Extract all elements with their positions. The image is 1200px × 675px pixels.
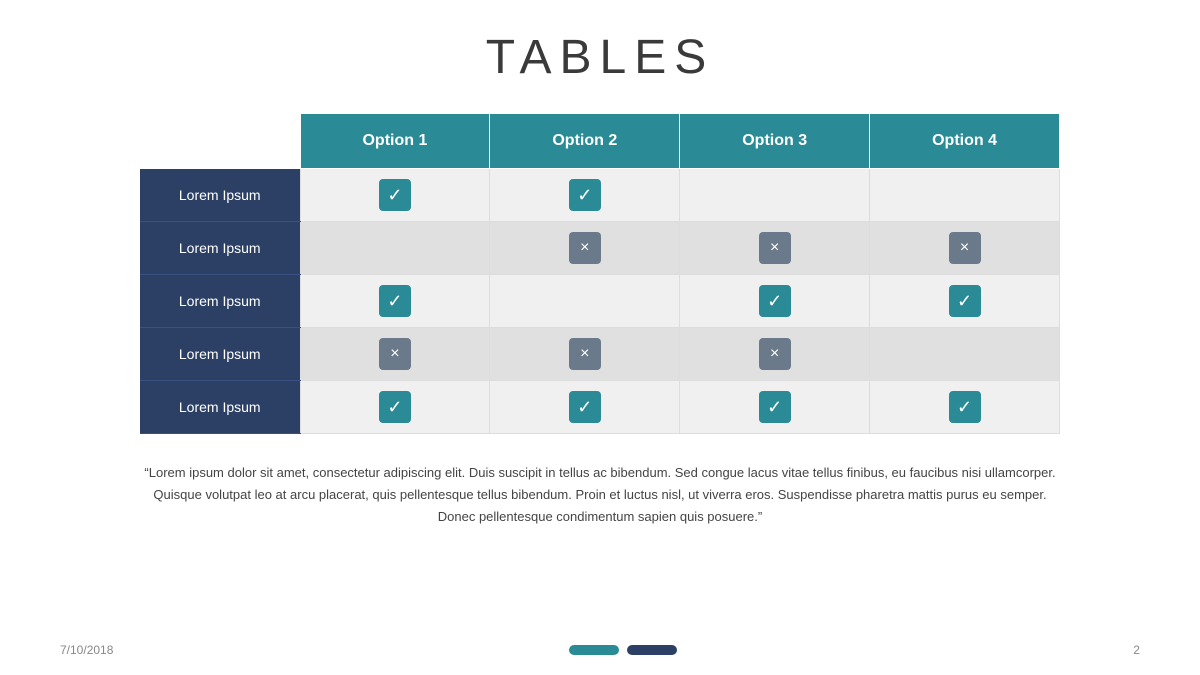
cell-row0-col3 xyxy=(870,169,1060,222)
cell-row3-col1: × xyxy=(490,328,680,381)
cell-row4-col3: ✓ xyxy=(870,381,1060,434)
row-label: Lorem Ipsum xyxy=(140,169,300,222)
cell-row4-col2: ✓ xyxy=(680,381,870,434)
cell-row3-col0: × xyxy=(300,328,490,381)
comparison-table: Option 1 Option 2 Option 3 Option 4 Lore… xyxy=(140,113,1060,434)
footer-pagination-dots xyxy=(569,645,677,655)
check-icon: ✓ xyxy=(759,391,791,423)
cell-row2-col2: ✓ xyxy=(680,275,870,328)
table-row: Lorem Ipsum ✓ ✓ ✓ xyxy=(140,275,1060,328)
cell-row0-col2 xyxy=(680,169,870,222)
quote-text: “Lorem ipsum dolor sit amet, consectetur… xyxy=(140,462,1060,528)
cross-icon: × xyxy=(379,338,411,370)
cell-row3-col3 xyxy=(870,328,1060,381)
cross-icon: × xyxy=(949,232,981,264)
check-icon: ✓ xyxy=(949,285,981,317)
check-icon: ✓ xyxy=(759,285,791,317)
check-icon: ✓ xyxy=(569,179,601,211)
table-row: Lorem Ipsum ✓ ✓ xyxy=(140,169,1060,222)
check-icon: ✓ xyxy=(379,179,411,211)
check-icon: ✓ xyxy=(949,391,981,423)
row-label: Lorem Ipsum xyxy=(140,328,300,381)
row-label: Lorem Ipsum xyxy=(140,275,300,328)
dot-teal xyxy=(569,645,619,655)
row-label: Lorem Ipsum xyxy=(140,222,300,275)
cross-icon: × xyxy=(569,232,601,264)
check-icon: ✓ xyxy=(379,285,411,317)
dot-navy xyxy=(627,645,677,655)
cell-row3-col2: × xyxy=(680,328,870,381)
cell-row2-col1 xyxy=(490,275,680,328)
cell-row1-col3: × xyxy=(870,222,1060,275)
table-row: Lorem Ipsum × × × xyxy=(140,222,1060,275)
check-icon: ✓ xyxy=(569,391,601,423)
cell-row1-col0 xyxy=(300,222,490,275)
table-row: Lorem Ipsum ✓ ✓ ✓ ✓ xyxy=(140,381,1060,434)
cross-icon: × xyxy=(759,232,791,264)
cross-icon: × xyxy=(569,338,601,370)
cell-row4-col1: ✓ xyxy=(490,381,680,434)
header-option1: Option 1 xyxy=(300,114,490,169)
cell-row1-col1: × xyxy=(490,222,680,275)
table-header-row: Option 1 Option 2 Option 3 Option 4 xyxy=(140,114,1060,169)
header-option4: Option 4 xyxy=(870,114,1060,169)
footer-page: 2 xyxy=(1133,643,1140,657)
header-option2: Option 2 xyxy=(490,114,680,169)
footer-date: 7/10/2018 xyxy=(60,643,113,657)
page-title: TABLES xyxy=(486,30,715,85)
check-icon: ✓ xyxy=(379,391,411,423)
header-empty xyxy=(140,114,300,169)
cell-row4-col0: ✓ xyxy=(300,381,490,434)
cross-icon: × xyxy=(759,338,791,370)
cell-row2-col0: ✓ xyxy=(300,275,490,328)
cell-row0-col0: ✓ xyxy=(300,169,490,222)
header-option3: Option 3 xyxy=(680,114,870,169)
cell-row1-col2: × xyxy=(680,222,870,275)
cell-row2-col3: ✓ xyxy=(870,275,1060,328)
table-row: Lorem Ipsum × × × xyxy=(140,328,1060,381)
cell-row0-col1: ✓ xyxy=(490,169,680,222)
footer: 7/10/2018 2 xyxy=(0,643,1200,657)
row-label: Lorem Ipsum xyxy=(140,381,300,434)
